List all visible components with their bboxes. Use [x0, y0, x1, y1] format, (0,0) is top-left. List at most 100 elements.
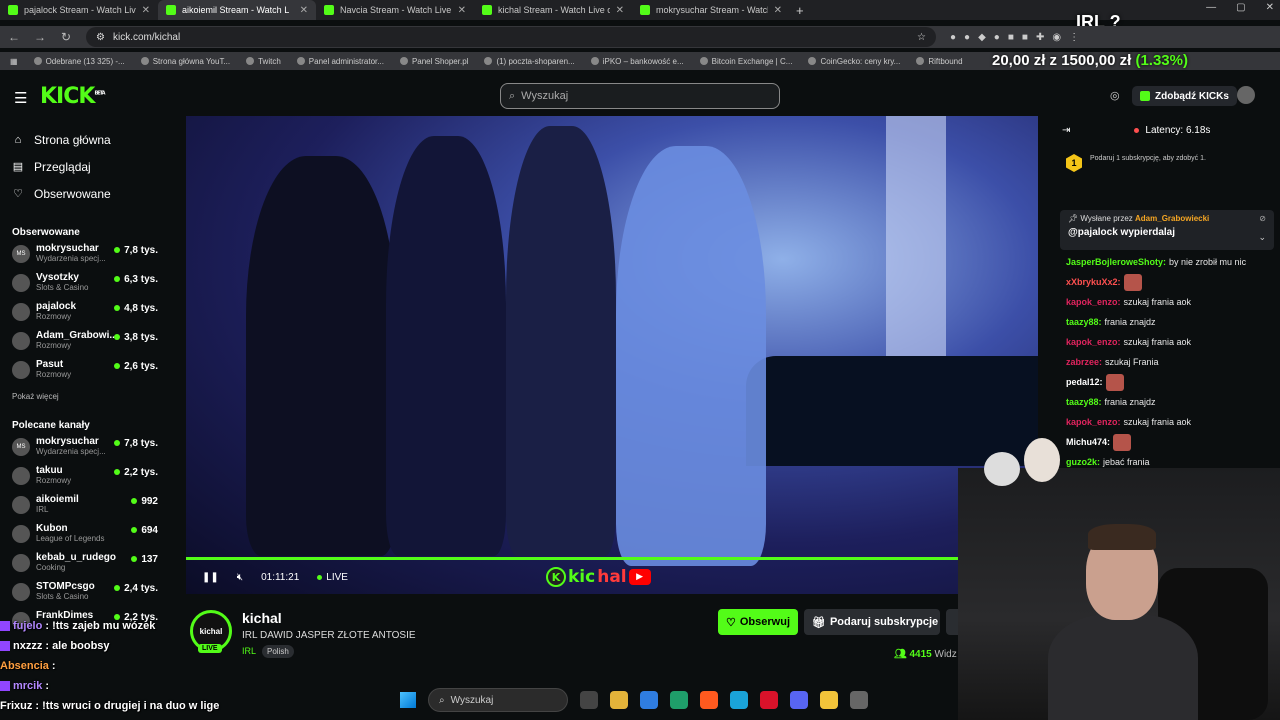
- chat-username[interactable]: taazy88:: [1066, 397, 1102, 407]
- show-more-link[interactable]: Pokaż więcej: [0, 388, 170, 408]
- tab-close-icon[interactable]: ✕: [458, 5, 466, 16]
- mute-icon[interactable]: 🔇︎: [237, 572, 243, 583]
- tab-close-icon[interactable]: ✕: [142, 5, 150, 16]
- channel-item[interactable]: Adam_Grabowi... Rozmowy 3,8 tys.: [0, 330, 170, 359]
- profile-icon[interactable]: ◉: [1052, 32, 1061, 43]
- taskbar-search[interactable]: ⌕ Wyszukaj: [428, 688, 568, 712]
- pinned-message[interactable]: 📌︎ Wysłane przez Adam_Grabowiecki @pajal…: [1060, 210, 1274, 250]
- more-options-button[interactable]: [946, 609, 958, 635]
- tab-close-icon[interactable]: ✕: [300, 5, 308, 16]
- sidebar-nav-item[interactable]: ⌂ Strona główna: [12, 126, 158, 153]
- bookmark-item[interactable]: Riftbound: [916, 57, 963, 66]
- url-field[interactable]: ⚙ kick.com/kichal ☆: [86, 27, 936, 47]
- browser-tab[interactable]: Navcia Stream - Watch Live on ✕: [316, 0, 474, 20]
- site-info-icon[interactable]: ⚙: [96, 32, 105, 43]
- extension-icon[interactable]: ■: [1008, 32, 1014, 43]
- bookmark-item[interactable]: Panel Shoper.pl: [399, 57, 468, 66]
- bookmark-item[interactable]: Twitch: [246, 57, 281, 66]
- channel-item[interactable]: MS mokrysuchar Wydarzenia specj... 7,8 tys.: [0, 243, 170, 272]
- edge-icon[interactable]: [730, 691, 748, 709]
- gift-sub-button[interactable]: 🎁︎ Podaruj subskrypcje: [804, 609, 940, 635]
- forward-icon[interactable]: →: [34, 30, 46, 44]
- chat-username[interactable]: taazy88:: [1066, 317, 1102, 327]
- close-icon[interactable]: ✕: [1266, 2, 1274, 13]
- bookmark-item[interactable]: iPKO – bankowość e...: [590, 57, 684, 66]
- brave-icon[interactable]: [700, 691, 718, 709]
- channel-item[interactable]: Kubon League of Legends 694: [0, 523, 170, 552]
- follow-button[interactable]: ♡ Obserwuj: [718, 609, 798, 635]
- extension-icon[interactable]: ◆: [978, 32, 986, 43]
- pinned-by-user[interactable]: Adam_Grabowiecki: [1135, 214, 1209, 223]
- channel-item[interactable]: Vysotzky Slots & Casino 6,3 tys.: [0, 272, 170, 301]
- back-icon[interactable]: ←: [8, 30, 20, 44]
- opera-icon[interactable]: [760, 691, 778, 709]
- bookmark-item[interactable]: Bitcoin Exchange | C...: [699, 57, 792, 66]
- menu-dots-icon[interactable]: ⋮: [1069, 32, 1079, 43]
- extension-icon[interactable]: ■: [1022, 32, 1028, 43]
- extension-icon[interactable]: ●: [994, 32, 1000, 43]
- channel-item[interactable]: kebab_u_rudego Cooking 137: [0, 552, 170, 581]
- menu-icon[interactable]: ☰: [14, 89, 27, 107]
- user-avatar[interactable]: [1237, 86, 1255, 104]
- chevron-down-icon[interactable]: ⌄: [1258, 232, 1266, 243]
- bookmark-item[interactable]: (1) poczta-shoparen...: [484, 57, 575, 66]
- get-kicks-button[interactable]: Zdobądź KICKs: [1132, 86, 1237, 106]
- discord-icon[interactable]: [790, 691, 808, 709]
- chat-username[interactable]: pedal12:: [1066, 377, 1103, 387]
- pause-icon[interactable]: ❚❚: [202, 572, 219, 583]
- bookmark-item[interactable]: CoinGecko: ceny kry...: [808, 57, 900, 66]
- tab-title: aikoiemil Stream - Watch L: [182, 5, 290, 15]
- browser-tab[interactable]: aikoiemil Stream - Watch L ✕: [158, 0, 316, 20]
- channel-item[interactable]: Pasut Rozmowy 2,6 tys.: [0, 359, 170, 388]
- channel-item[interactable]: pajalock Rozmowy 4,8 tys.: [0, 301, 170, 330]
- channel-item[interactable]: aikoiemil IRL 992: [0, 494, 170, 523]
- unpin-icon[interactable]: ⊘: [1259, 214, 1266, 223]
- search-placeholder: Wyszukaj: [521, 90, 569, 102]
- minimize-icon[interactable]: —: [1206, 2, 1216, 13]
- channel-item[interactable]: STOMPcsgo Slots & Casino 2,4 tys.: [0, 581, 170, 610]
- apps-grid-icon[interactable]: ▦: [10, 57, 18, 66]
- chat-username[interactable]: kapok_enzo:: [1066, 417, 1121, 427]
- chat-username[interactable]: guzo2k:: [1066, 457, 1100, 467]
- bookmark-item[interactable]: Odebrane (13 325) -...: [33, 57, 125, 66]
- app-icon[interactable]: [670, 691, 688, 709]
- sidebar-nav-item[interactable]: ▤ Przeglądaj: [12, 153, 158, 180]
- new-tab-button[interactable]: +: [796, 3, 804, 18]
- bookmark-favicon-icon: [33, 57, 42, 65]
- file-explorer-icon[interactable]: [610, 691, 628, 709]
- puzzle-icon[interactable]: ✚: [1036, 32, 1044, 43]
- chat-username[interactable]: kapok_enzo:: [1066, 337, 1121, 347]
- browser-tab[interactable]: pajalock Stream - Watch Live on ✕: [0, 0, 158, 20]
- chat-username[interactable]: xXbrykuXx2:: [1066, 277, 1121, 287]
- maximize-icon[interactable]: ▢: [1236, 2, 1245, 13]
- browser-tab[interactable]: mokrysuchar Stream - Watch Li ✕: [632, 0, 790, 20]
- windows-start-icon[interactable]: [400, 692, 416, 708]
- channel-item[interactable]: MS mokrysuchar Wydarzenia specj... 7,8 tys.: [0, 436, 170, 465]
- chat-username[interactable]: Michu474:: [1066, 437, 1110, 447]
- taskbar-search-placeholder: Wyszukaj: [450, 694, 494, 706]
- store-icon[interactable]: [640, 691, 658, 709]
- task-view-icon[interactable]: [580, 691, 598, 709]
- chat-username[interactable]: kapok_enzo:: [1066, 297, 1121, 307]
- kick-logo[interactable]: KICKBETA: [40, 84, 106, 109]
- bookmark-item[interactable]: Panel administrator...: [296, 57, 384, 66]
- bookmark-star-icon[interactable]: ☆: [917, 32, 926, 43]
- extension-icon[interactable]: ●: [964, 32, 970, 43]
- extension-icon[interactable]: ●: [950, 32, 956, 43]
- search-input[interactable]: ⌕ Wyszukaj: [500, 83, 780, 109]
- chrome-icon[interactable]: [820, 691, 838, 709]
- tab-close-icon[interactable]: ✕: [616, 5, 624, 16]
- chat-username[interactable]: JasperBojleroweShoty:: [1066, 257, 1166, 267]
- bookmark-item[interactable]: Strona główna YouT...: [140, 57, 230, 66]
- channel-item[interactable]: takuu Rozmowy 2,2 tys.: [0, 465, 170, 494]
- app-icon[interactable]: [850, 691, 868, 709]
- chat-text: szukaj frania aok: [1123, 417, 1192, 427]
- chat-username[interactable]: zabrzee:: [1066, 357, 1102, 367]
- video-player[interactable]: ❚❚ 🔇︎ 01:11:21 LIVE ▣ ▭ ⛶ K kic hal ▶: [186, 116, 1038, 594]
- collapse-chat-icon[interactable]: ⇥: [1062, 125, 1070, 136]
- tab-close-icon[interactable]: ✕: [774, 5, 782, 16]
- broadcast-icon[interactable]: ◎: [1110, 89, 1120, 102]
- reload-icon[interactable]: ↻: [60, 30, 72, 44]
- sidebar-nav-item[interactable]: ♡ Obserwowane: [12, 180, 158, 207]
- browser-tab[interactable]: kichal Stream - Watch Live on ✕: [474, 0, 632, 20]
